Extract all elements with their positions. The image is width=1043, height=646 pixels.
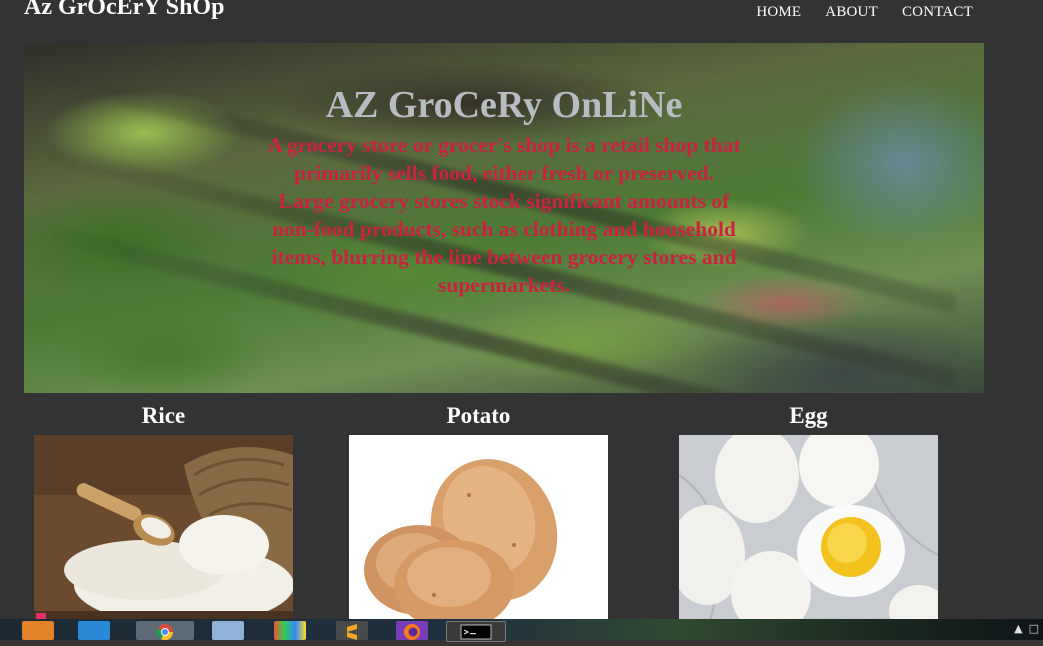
main-nav: HOME ABOUT CONTACT (756, 4, 973, 21)
vscode-icon[interactable] (78, 621, 110, 640)
firefox-icon[interactable] (396, 621, 428, 640)
notepad-icon[interactable] (212, 621, 244, 640)
product-card-egg[interactable]: Egg (679, 401, 938, 625)
system-tray[interactable]: ▲ □ (1014, 622, 1039, 635)
nav-contact-link[interactable]: CONTACT (902, 4, 973, 21)
color-app-icon[interactable] (274, 621, 306, 640)
nav-about-link[interactable]: ABOUT (825, 4, 878, 21)
product-title: Rice (141, 403, 186, 428)
cmd-icon[interactable] (446, 621, 506, 642)
product-title: Potato (446, 403, 511, 428)
tray-chevron-icon[interactable]: ▲ (1014, 622, 1022, 635)
product-card-rice[interactable]: Rice (34, 401, 293, 625)
hero-description: A grocery store or grocer's shop is a re… (267, 133, 741, 297)
egg-image[interactable] (679, 435, 938, 625)
product-card-potato[interactable]: Potato (349, 401, 608, 625)
sublime-icon[interactable] (336, 621, 368, 640)
chrome-icon[interactable] (136, 621, 194, 641)
windows-taskbar: ▲ □ (0, 619, 1043, 642)
hero-banner: AZ GroCeRy OnLiNe A grocery store or gro… (24, 43, 984, 393)
rice-image[interactable] (34, 435, 293, 625)
hero-title: AZ GroCeRy OnLiNe (325, 84, 683, 126)
potato-image[interactable] (349, 435, 608, 625)
media-player-icon[interactable] (22, 621, 54, 640)
product-title: Egg (789, 403, 828, 428)
network-icon[interactable]: □ (1029, 622, 1039, 635)
nav-home-link[interactable]: HOME (756, 4, 801, 21)
site-brand[interactable]: Az GrOcErY ShOp (24, 0, 224, 21)
